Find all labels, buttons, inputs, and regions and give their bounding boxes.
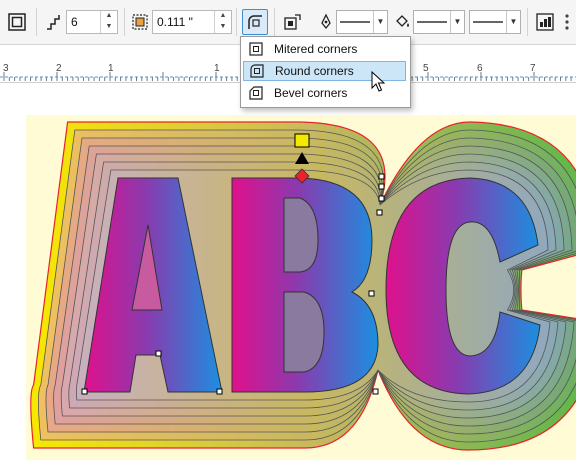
outline-color-swatch bbox=[340, 21, 370, 23]
offset-arrows[interactable]: ▲ ▼ bbox=[214, 11, 231, 33]
outline-pen-icon bbox=[316, 11, 336, 33]
separator bbox=[36, 8, 37, 36]
more-icon[interactable] bbox=[561, 12, 573, 32]
ruler-label: 6 bbox=[477, 63, 483, 74]
steps-value[interactable]: 6 bbox=[67, 11, 100, 33]
color-direction-button[interactable] bbox=[280, 9, 306, 35]
separator bbox=[236, 8, 237, 36]
corners-button[interactable] bbox=[242, 9, 268, 35]
bevel-corners-icon bbox=[249, 86, 263, 100]
ruler-label: 1 bbox=[108, 63, 114, 74]
ruler-label: 1 bbox=[214, 63, 220, 74]
contour-preset-icon[interactable] bbox=[4, 9, 30, 35]
contour-end-handle[interactable] bbox=[294, 133, 310, 148]
menu-item-label: Round corners bbox=[275, 64, 354, 78]
end-color-picker[interactable]: ▼ bbox=[469, 10, 521, 34]
chevron-down-icon[interactable]: ▼ bbox=[372, 11, 387, 33]
end-color-swatch bbox=[473, 21, 503, 23]
offset-stepper[interactable]: 0.111 " ▲ ▼ bbox=[152, 10, 232, 34]
separator bbox=[527, 8, 528, 36]
chevron-down-icon[interactable]: ▼ bbox=[505, 11, 520, 33]
steps-arrows[interactable]: ▲ ▼ bbox=[100, 11, 117, 33]
fill-color-swatch bbox=[417, 21, 447, 23]
ruler-label: 2 bbox=[56, 63, 62, 74]
menu-item-label: Mitered corners bbox=[274, 42, 358, 56]
letter-b-counter-bottom bbox=[283, 291, 325, 373]
round-corners-icon bbox=[250, 64, 264, 78]
acceleration-button[interactable] bbox=[532, 9, 558, 35]
ruler-label: 3 bbox=[3, 63, 9, 74]
offset-icon bbox=[130, 11, 150, 33]
mouse-cursor-icon bbox=[371, 71, 385, 92]
contour-artwork[interactable] bbox=[0, 83, 576, 460]
corners-dropdown-menu: Mitered corners Round corners Bevel corn… bbox=[240, 36, 411, 108]
mitered-corners-icon bbox=[249, 42, 263, 56]
fill-color-picker[interactable]: ▼ bbox=[413, 10, 465, 34]
menu-item-label: Bevel corners bbox=[274, 86, 348, 100]
chevron-down-icon[interactable]: ▼ bbox=[449, 11, 464, 33]
ruler-label: 7 bbox=[530, 63, 536, 74]
steps-stepper[interactable]: 6 ▲ ▼ bbox=[66, 10, 118, 34]
drawing-canvas[interactable] bbox=[0, 83, 576, 460]
offset-value[interactable]: 0.111 " bbox=[153, 11, 214, 33]
outline-color-picker[interactable]: ▼ bbox=[336, 10, 388, 34]
menu-item-mitered-corners[interactable]: Mitered corners bbox=[243, 39, 406, 59]
steps-icon bbox=[44, 11, 64, 33]
fill-bucket-icon bbox=[392, 11, 412, 33]
separator bbox=[274, 8, 275, 36]
separator bbox=[124, 8, 125, 36]
ruler-label: 5 bbox=[423, 63, 429, 74]
